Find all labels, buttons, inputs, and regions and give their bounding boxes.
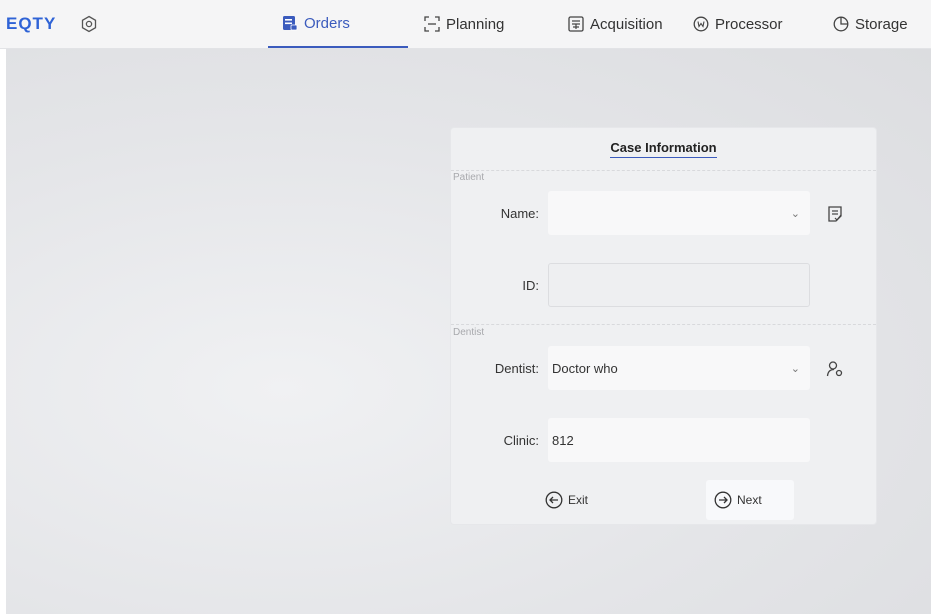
tab-label: Storage bbox=[855, 15, 908, 33]
tab-planning[interactable]: Planning bbox=[424, 0, 504, 48]
processor-icon bbox=[693, 16, 709, 32]
settings-icon[interactable] bbox=[80, 15, 98, 33]
next-button[interactable]: Next bbox=[706, 480, 794, 520]
acquisition-icon bbox=[568, 16, 584, 32]
dentist-value: Doctor who bbox=[552, 360, 618, 376]
arrow-right-circle-icon bbox=[714, 491, 732, 509]
tab-orders[interactable]: Orders bbox=[268, 0, 408, 48]
name-dropdown[interactable]: ⌄ bbox=[548, 191, 810, 235]
tab-label: Processor bbox=[715, 15, 783, 33]
dentist-dropdown[interactable]: Doctor who ⌄ bbox=[548, 346, 810, 390]
id-field[interactable] bbox=[548, 263, 810, 307]
exit-label: Exit bbox=[568, 493, 589, 507]
user-settings-icon[interactable] bbox=[826, 360, 844, 378]
next-label: Next bbox=[737, 493, 762, 507]
section-divider bbox=[451, 324, 876, 325]
patient-section-label: Patient bbox=[453, 172, 485, 183]
top-navigation-bar: EQTY Orders Planning Acquisition Process… bbox=[0, 0, 931, 49]
orders-icon bbox=[283, 16, 298, 31]
exit-button[interactable]: Exit bbox=[537, 480, 596, 520]
scan-frame-icon bbox=[424, 16, 440, 32]
panel-header: Case Information bbox=[451, 128, 876, 171]
clinic-field[interactable]: 812 bbox=[548, 418, 810, 462]
dentist-section-label: Dentist bbox=[453, 327, 485, 338]
tab-storage[interactable]: Storage bbox=[833, 0, 908, 48]
name-label: Name: bbox=[500, 206, 539, 221]
clinic-label: Clinic: bbox=[503, 433, 539, 448]
app-logo: EQTY bbox=[6, 14, 57, 33]
tab-processor[interactable]: Processor bbox=[693, 0, 783, 48]
case-information-panel: Case Information Patient Name: ⌄ ID: Den… bbox=[451, 128, 876, 524]
clinic-value: 812 bbox=[552, 432, 574, 448]
tab-label: Acquisition bbox=[590, 15, 663, 33]
arrow-left-circle-icon bbox=[545, 491, 563, 509]
chevron-down-icon: ⌄ bbox=[790, 362, 800, 375]
pie-chart-icon bbox=[833, 16, 849, 32]
dentist-label: Dentist: bbox=[494, 361, 539, 376]
tab-acquisition[interactable]: Acquisition bbox=[568, 0, 663, 48]
chevron-down-icon: ⌄ bbox=[790, 207, 800, 220]
notes-icon[interactable] bbox=[826, 205, 844, 223]
tab-label: Orders bbox=[304, 14, 350, 32]
id-label: ID: bbox=[522, 278, 539, 293]
panel-title: Case Information bbox=[610, 140, 717, 158]
tab-label: Planning bbox=[446, 15, 505, 33]
